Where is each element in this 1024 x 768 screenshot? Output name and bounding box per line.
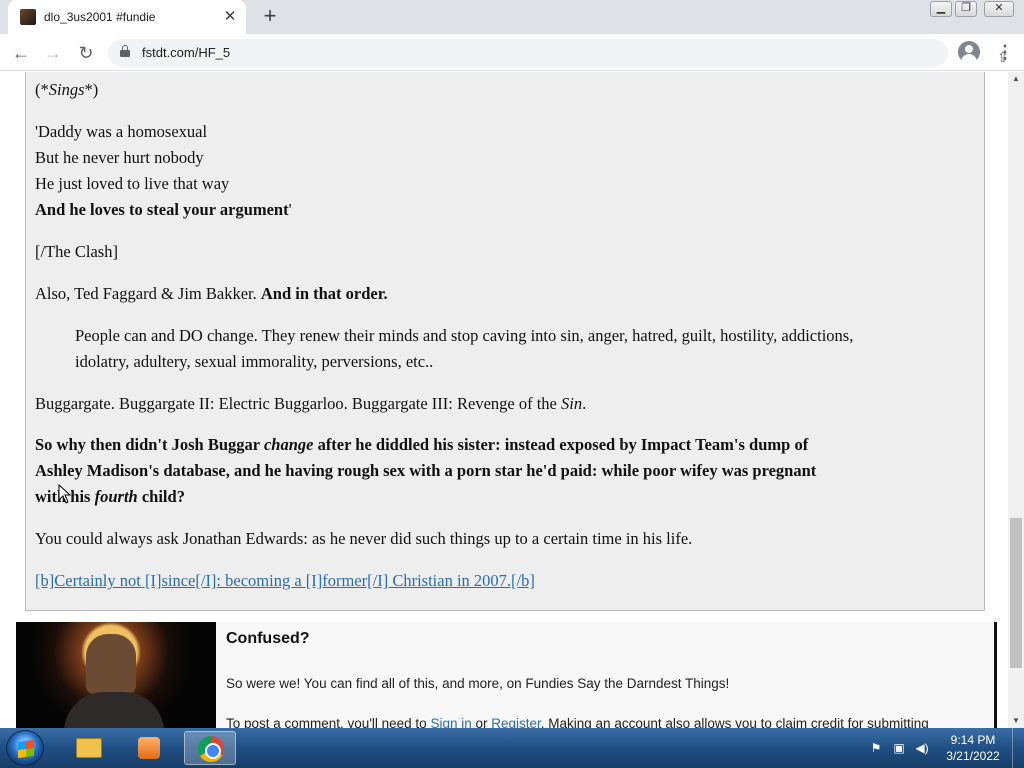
mouse-cursor-icon bbox=[58, 484, 72, 504]
figure-head-shape bbox=[86, 634, 136, 694]
promo-text-login: To post a comment, you'll need to Sign i… bbox=[226, 716, 929, 728]
sign-in-link[interactable]: Sign in bbox=[430, 716, 471, 728]
start-button[interactable] bbox=[6, 730, 44, 766]
register-link[interactable]: Register bbox=[491, 716, 541, 728]
media-player-taskbar-icon[interactable] bbox=[122, 731, 174, 765]
new-tab-icon[interactable]: + bbox=[258, 5, 282, 29]
scroll-down-arrow-icon[interactable]: ▼ bbox=[1008, 714, 1024, 728]
url-text[interactable]: fstdt.com/HF_5 bbox=[142, 45, 230, 60]
promo-title: Confused? bbox=[226, 630, 310, 647]
tab-title: dlo_3us2001 #fundie bbox=[44, 10, 156, 24]
post-line: So why then didn't Josh Buggar change af… bbox=[35, 435, 809, 454]
reload-icon[interactable]: ↻ bbox=[73, 40, 99, 66]
post-line: Also, Ted Faggard & Jim Bakker. And in t… bbox=[35, 284, 388, 303]
kebab-menu-icon[interactable]: ⋮ bbox=[996, 42, 1014, 63]
post-line: And he loves to steal your argument' bbox=[35, 200, 292, 219]
browser-tab[interactable]: dlo_3us2001 #fundie ✕ bbox=[8, 0, 246, 34]
forward-arrow-icon[interactable]: → bbox=[40, 40, 66, 66]
network-icon[interactable]: ▣ bbox=[891, 741, 907, 755]
favicon-icon bbox=[20, 9, 36, 25]
page-viewport: (*Sings*) 'Daddy was a homosexual But he… bbox=[0, 72, 1008, 728]
figure-body-shape bbox=[64, 692, 164, 728]
post-line: [/The Clash] bbox=[35, 242, 118, 261]
post-line: Ashley Madison's database, and he having… bbox=[35, 461, 817, 480]
post-line: (*Sings*) bbox=[35, 80, 99, 99]
post-content: (*Sings*) 'Daddy was a homosexual But he… bbox=[25, 72, 985, 611]
volume-icon[interactable]: ◀) bbox=[914, 741, 930, 755]
minimize-button[interactable]: ▁ bbox=[930, 1, 952, 17]
vertical-scrollbar[interactable]: ▲ ▼ bbox=[1008, 72, 1024, 728]
back-arrow-icon[interactable]: ← bbox=[8, 40, 34, 66]
post-line: He just loved to live that way bbox=[35, 174, 230, 193]
tab-strip: dlo_3us2001 #fundie ✕ + ▁ ❐ ✕ bbox=[0, 0, 1024, 34]
promo-image bbox=[16, 622, 216, 728]
browser-toolbar: ← → ↻ fstdt.com/HF_5 ⇪ ☆ ⋮ bbox=[0, 34, 1024, 71]
system-tray: ⚑ ▣ ◀) 9:14 PM 3/21/2022 bbox=[862, 728, 1024, 768]
post-line: Buggargate. Buggargate II: Electric Bugg… bbox=[35, 394, 587, 413]
site-promo-block: Confused? So were we! You can find all o… bbox=[16, 622, 997, 728]
windows-logo-icon bbox=[18, 739, 34, 759]
quote-line: People can and DO change. They renew the… bbox=[75, 326, 854, 345]
post-line: You could always ask Jonathan Edwards: a… bbox=[35, 529, 693, 548]
scroll-up-arrow-icon[interactable]: ▲ bbox=[1008, 72, 1024, 86]
lock-icon[interactable] bbox=[120, 45, 130, 57]
address-bar[interactable]: fstdt.com/HF_5 ⇪ ☆ bbox=[108, 39, 1009, 67]
clock-time[interactable]: 9:14 PM bbox=[942, 733, 1004, 747]
post-line: But he never hurt nobody bbox=[35, 148, 204, 167]
action-center-flag-icon[interactable]: ⚑ bbox=[868, 741, 884, 755]
close-window-button[interactable]: ✕ bbox=[984, 1, 1014, 17]
post-line: 'Daddy was a homosexual bbox=[35, 122, 208, 141]
clock-date[interactable]: 3/21/2022 bbox=[942, 749, 1004, 763]
show-desktop-button[interactable] bbox=[1012, 728, 1024, 768]
maximize-button[interactable]: ❐ bbox=[955, 1, 977, 17]
promo-text: So were we! You can find all of this, an… bbox=[226, 676, 730, 691]
quote-line: idolatry, adultery, sexual immorality, p… bbox=[75, 352, 434, 371]
taskbar: ⚑ ▣ ◀) 9:14 PM 3/21/2022 bbox=[0, 728, 1024, 768]
chrome-taskbar-icon[interactable] bbox=[184, 731, 236, 765]
post-link[interactable]: [b]Certainly not [I]since[/I]: becoming … bbox=[35, 568, 535, 594]
tab-close-icon[interactable]: ✕ bbox=[222, 9, 238, 25]
file-explorer-taskbar-icon[interactable] bbox=[62, 731, 114, 765]
profile-avatar-icon[interactable] bbox=[958, 41, 980, 63]
scrollbar-thumb[interactable] bbox=[1010, 518, 1022, 668]
